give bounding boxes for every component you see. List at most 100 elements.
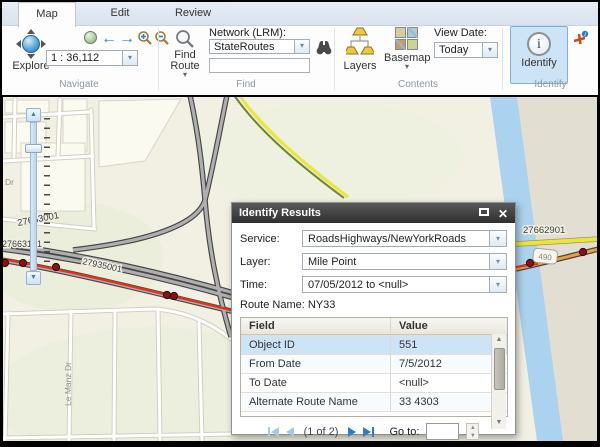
view-date-combo[interactable]: Today ▾ <box>434 42 498 58</box>
street-label-le-manz-dr: Le Manz Dr <box>63 362 73 406</box>
pagination-bar: (1 of 2) Go to: ▲▼ <box>240 423 507 440</box>
identify-route-location-icon[interactable]: i <box>572 30 589 52</box>
previous-page-button[interactable] <box>286 427 294 437</box>
time-row: Time: 07/05/2012 to <null> ▾ <box>240 276 507 293</box>
time-combo[interactable]: 07/05/2012 to <null> ▾ <box>302 276 507 293</box>
zoom-slider-down-icon[interactable]: ▼ <box>26 271 41 285</box>
dialog-title-bar[interactable]: Identify Results ✕ <box>232 203 515 223</box>
value-column-header: Value <box>391 318 491 334</box>
goto-page-input[interactable] <box>426 423 459 440</box>
identify-results-dialog: Identify Results ✕ Service: RoadsHighway… <box>231 202 516 435</box>
layer-label: Layer: <box>240 256 302 268</box>
service-dropdown-icon[interactable]: ▾ <box>489 230 507 247</box>
map-scale-combo[interactable]: 1 : 36,112 ▾ <box>46 50 140 66</box>
attributes-table: Field Value Object ID 551 From Date 7/5/… <box>240 317 508 417</box>
layer-combo[interactable]: Mile Point ▾ <box>302 253 507 270</box>
ribbon-tab-bar: Map Edit Review <box>2 2 598 26</box>
binoculars-icon[interactable] <box>315 38 333 60</box>
layers-icon <box>346 27 374 59</box>
zoom-slider-up-icon[interactable]: ▲ <box>26 108 41 122</box>
zoom-in-icon[interactable] <box>137 30 153 51</box>
full-extent-globe-icon[interactable] <box>84 31 97 44</box>
tab-review[interactable]: Review <box>164 2 222 26</box>
table-row[interactable]: Alternate Route Name 33 4303 <box>241 392 507 411</box>
find-route-dropdown-icon: ▾ <box>165 72 205 78</box>
view-date-label: View Date: <box>434 27 487 39</box>
goto-label: Go to: <box>389 426 419 438</box>
layers-button[interactable]: Layers <box>340 27 380 72</box>
map-scale-dropdown-icon[interactable]: ▾ <box>122 50 138 66</box>
basemap-button[interactable]: Basemap ▾ <box>384 27 430 70</box>
service-label: Service: <box>240 233 302 245</box>
spinner-down-icon[interactable]: ▼ <box>467 432 478 440</box>
maximize-icon[interactable] <box>479 208 489 216</box>
scrollbar-thumb[interactable] <box>494 348 505 390</box>
cell-value: 551 <box>391 336 491 354</box>
next-extent-icon[interactable]: → <box>119 31 135 47</box>
scroll-up-icon[interactable]: ▲ <box>492 334 506 346</box>
group-label-find: Find <box>159 79 333 90</box>
map-canvas[interactable]: 490 27663001 27663101 27935001 27662901 … <box>3 97 597 441</box>
network-dropdown-icon[interactable]: ▾ <box>294 39 310 54</box>
cell-field: Object ID <box>241 336 391 354</box>
last-page-button[interactable] <box>363 427 374 437</box>
service-row: Service: RoadsHighways/NewYorkRoads ▾ <box>240 230 507 247</box>
zoom-slider-handle[interactable] <box>25 144 42 153</box>
close-icon[interactable]: ✕ <box>498 204 508 224</box>
route-shield: 490 <box>533 248 558 264</box>
zoom-slider[interactable]: ▲ ▼ <box>25 108 42 285</box>
cell-field: Alternate Route Name <box>241 393 391 411</box>
cell-value: <null> <box>391 374 491 392</box>
service-combo[interactable]: RoadsHighways/NewYorkRoads ▾ <box>302 230 507 247</box>
dialog-title: Identify Results <box>239 207 321 219</box>
previous-extent-icon[interactable]: ← <box>101 31 117 47</box>
time-dropdown-icon[interactable]: ▾ <box>489 276 507 293</box>
field-column-header: Field <box>241 318 391 334</box>
spinner-up-icon[interactable]: ▲ <box>467 424 478 432</box>
table-row[interactable]: Object ID 551 <box>241 335 507 354</box>
magnifier-icon <box>174 28 196 50</box>
find-route-input[interactable] <box>209 58 310 73</box>
service-value[interactable]: RoadsHighways/NewYorkRoads <box>302 230 489 247</box>
network-lrm-label: Network (LRM): <box>209 27 286 39</box>
layer-value[interactable]: Mile Point <box>302 253 489 270</box>
next-page-button[interactable] <box>348 427 356 437</box>
route-name-label: Route Name: <box>240 299 305 311</box>
identify-info-icon: i <box>527 32 551 56</box>
group-label-identify: Identify <box>503 79 598 90</box>
ribbon: Map Edit Review Explore ← → 1 : 36,112 ▾… <box>2 2 598 95</box>
layer-row: Layer: Mile Point ▾ <box>240 253 507 270</box>
cell-field: To Date <box>241 374 391 392</box>
table-row[interactable]: From Date 7/5/2012 <box>241 354 507 373</box>
view-date-value[interactable]: Today <box>434 42 482 58</box>
dialog-body: Service: RoadsHighways/NewYorkRoads ▾ La… <box>232 223 515 440</box>
ribbon-body: Explore ← → 1 : 36,112 ▾ Navigate Find R… <box>2 26 598 94</box>
network-combo[interactable]: StateRoutes ▾ <box>209 39 311 54</box>
layers-label: Layers <box>340 60 380 72</box>
page-indicator: (1 of 2) <box>304 426 339 438</box>
table-scrollbar[interactable]: ▲ ▼ <box>491 334 506 429</box>
identify-button[interactable]: i Identify <box>510 26 568 84</box>
table-row[interactable]: To Date <null> <box>241 373 507 392</box>
map-scale-value[interactable]: 1 : 36,112 <box>46 50 122 66</box>
route-shield-label: 490 <box>538 252 553 262</box>
cell-value: 7/5/2012 <box>391 355 491 373</box>
network-value[interactable]: StateRoutes <box>209 39 294 54</box>
tab-map[interactable]: Map <box>18 2 76 27</box>
first-page-button[interactable] <box>268 427 279 437</box>
layer-dropdown-icon[interactable]: ▾ <box>489 253 507 270</box>
basemap-icon <box>395 27 419 51</box>
tab-edit[interactable]: Edit <box>91 2 149 26</box>
basemap-dropdown-icon: ▾ <box>384 64 430 70</box>
route-name-value: NY33 <box>308 299 336 311</box>
group-label-contents: Contents <box>335 79 501 90</box>
view-date-dropdown-icon[interactable]: ▾ <box>482 42 498 58</box>
route-label-27662901: 27662901 <box>523 225 565 236</box>
identify-label: Identify <box>511 57 567 69</box>
goto-spinner[interactable]: ▲▼ <box>466 423 479 440</box>
table-row-partial <box>241 411 507 416</box>
route-name-row: Route Name: NY33 <box>240 299 507 311</box>
scroll-down-icon[interactable]: ▼ <box>492 417 506 429</box>
group-label-navigate: Navigate <box>2 79 156 90</box>
time-value[interactable]: 07/05/2012 to <null> <box>302 276 489 293</box>
